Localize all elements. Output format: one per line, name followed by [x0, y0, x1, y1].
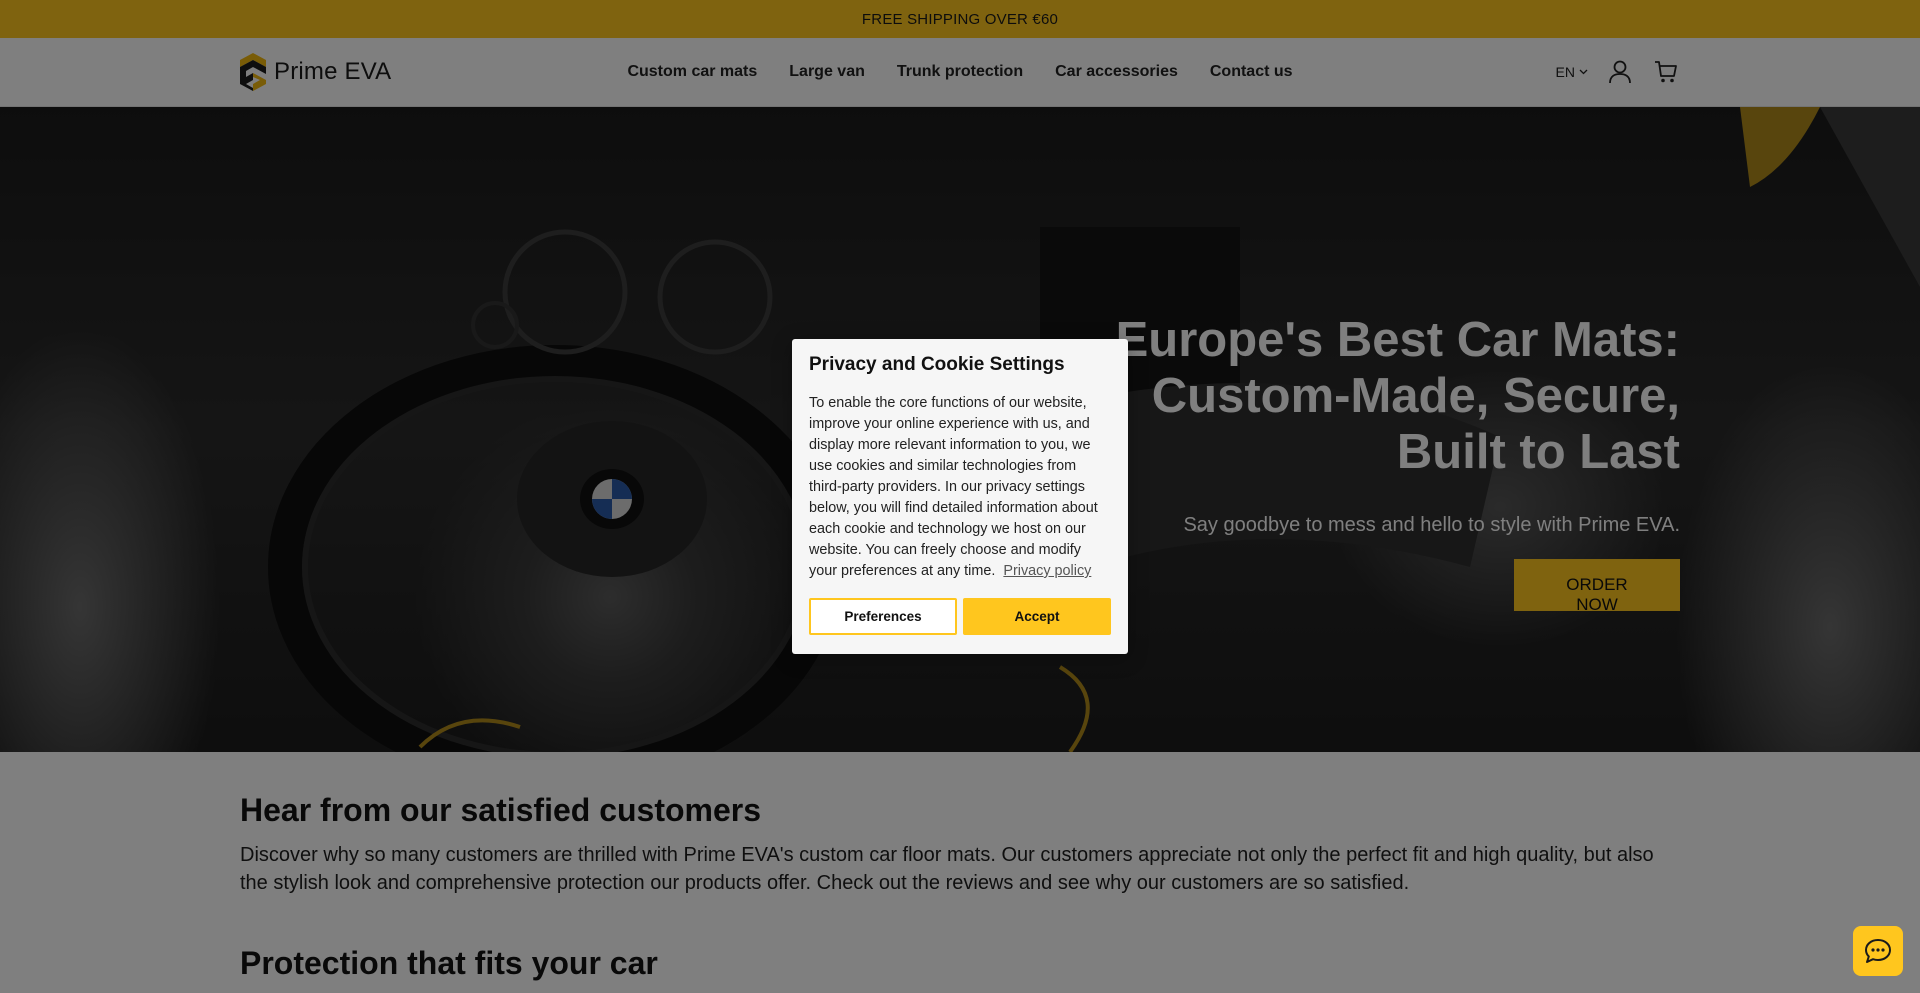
cookie-dialog-buttons: Preferences Accept: [809, 598, 1111, 635]
chat-widget-button[interactable]: [1853, 926, 1903, 976]
preferences-button[interactable]: Preferences: [809, 598, 957, 635]
privacy-policy-link[interactable]: Privacy policy: [1003, 563, 1091, 579]
cookie-dialog-title: Privacy and Cookie Settings: [809, 354, 1065, 375]
cookie-dialog: Privacy and Cookie Settings To enable th…: [792, 339, 1128, 654]
cookie-dialog-body: To enable the core functions of our webs…: [809, 393, 1111, 582]
accept-button[interactable]: Accept: [963, 598, 1111, 635]
cookie-dialog-text: To enable the core functions of our webs…: [809, 395, 1098, 579]
chat-bubble-icon: [1865, 939, 1891, 963]
